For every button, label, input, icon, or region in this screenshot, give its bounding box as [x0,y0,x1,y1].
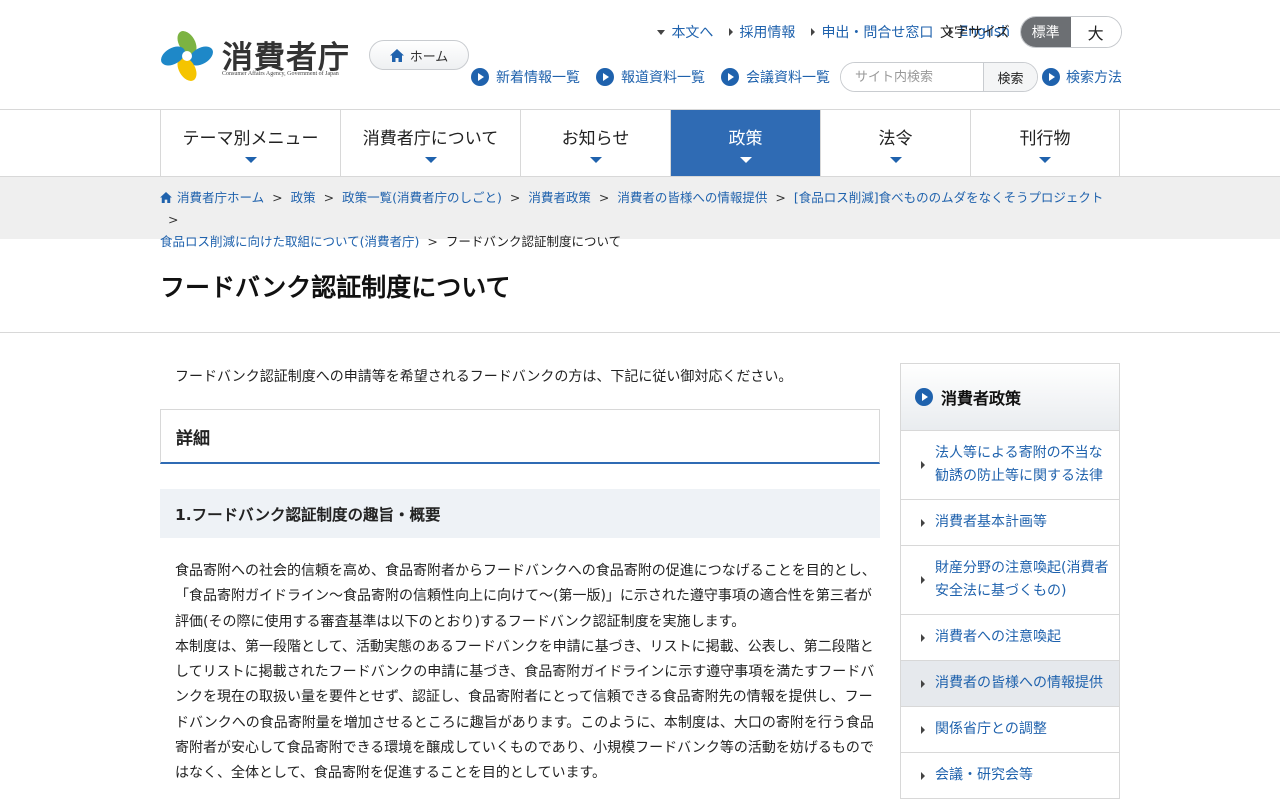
page-title: フードバンク認証制度について [160,273,511,302]
arrow-right-icon [921,771,925,780]
font-size-label: 文字サイズ [940,25,1010,41]
circle-arrow-icon [721,68,739,86]
divider [0,332,1280,333]
press-list-link[interactable]: 報道資料一覧 [596,67,705,87]
sidebar-item-basic-plan[interactable]: 消費者基本計画等 [901,500,1119,546]
arrow-right-icon [811,28,816,36]
nav-publications[interactable]: 刊行物 [971,110,1120,176]
section-heading-details: 詳細 [160,409,880,464]
home-icon [160,192,172,203]
breadcrumb: 消費者庁ホーム > 政策 > 政策一覧(消費者庁のしごと) > 消費者政策 > 消費者の皆様への… [160,190,1104,249]
subsection-heading: 1.フードバンク認証制度の趣旨・概要 [160,489,880,538]
circle-arrow-icon [471,68,489,86]
intro-text: フードバンク認証制度への申請等を希望されるフードバンクの方は、下記に従い御対応く… [175,369,793,385]
circle-arrow-icon [1042,68,1060,86]
sidebar-item-information[interactable]: 消費者の皆様への情報提供 [901,661,1119,707]
breadcrumb-current: フードバンク認証制度について [445,234,622,249]
home-button[interactable]: ホーム [369,40,469,70]
font-size-toggle: 標準 大 [1019,16,1122,48]
home-label: ホーム [409,49,449,65]
contact-link[interactable]: 申出・問合せ窓口 [811,22,933,42]
arrow-right-icon [921,576,925,584]
font-size-standard-button[interactable]: 標準 [1020,17,1071,47]
caret-down-icon [889,156,902,163]
arrow-right-icon [921,633,925,642]
sidebar-item-donation-law[interactable]: 法人等による寄附の不当な勧誘の防止等に関する法律 [901,431,1119,500]
search-input[interactable] [841,63,983,91]
home-icon [389,48,404,62]
meeting-list-link[interactable]: 会議資料一覧 [721,67,830,87]
nav-theme-menu[interactable]: テーマ別メニュー [161,110,341,176]
sidebar-heading[interactable]: 消費者政策 [901,364,1119,431]
caret-down-icon [244,156,257,163]
site-header: 消費者庁 Consumer Affairs Agency, Government… [0,0,1280,110]
nav-laws[interactable]: 法令 [821,110,971,176]
breadcrumb-link[interactable]: 食品ロス削減に向けた取組について(消費者庁) [160,234,419,249]
global-nav: テーマ別メニュー 消費者庁について お知らせ 政策 法令 刊行物 [160,110,1120,176]
breadcrumb-link[interactable]: 政策一覧(消費者庁のしごと) [342,190,502,205]
breadcrumb-link[interactable]: 消費者政策 [528,190,591,205]
font-size-control: 文字サイズ 標準 大 [940,16,1122,48]
caret-down-icon [589,156,602,163]
nav-news[interactable]: お知らせ [521,110,671,176]
paragraph: 本制度は、第一段階として、活動実態のあるフードバンクを申請に基づき、リストに掲載… [175,638,875,782]
arrow-right-icon [921,461,925,469]
circle-arrow-icon [596,68,614,86]
list-links: 新着情報一覧 報道資料一覧 会議資料一覧 [471,67,830,87]
recruit-link[interactable]: 採用情報 [729,22,795,42]
arrow-right-icon [921,725,925,734]
sidebar-item-meetings[interactable]: 会議・研究会等 [901,753,1119,799]
arrow-right-icon [921,679,925,688]
circle-arrow-icon [915,388,933,406]
caret-down-icon [1039,156,1051,163]
breadcrumb-link[interactable]: 政策 [291,190,316,205]
font-size-large-button[interactable]: 大 [1070,17,1121,47]
arrow-down-icon [657,29,666,35]
sidebar-nav: 消費者政策 法人等による寄附の不当な勧誘の防止等に関する法律 消費者基本計画等 … [900,363,1120,799]
breadcrumb-link[interactable]: 消費者の皆様への情報提供 [617,190,767,205]
caret-down-icon [739,156,752,163]
site-logo[interactable]: 消費者庁 Consumer Affairs Agency, Government… [160,30,350,82]
sidebar-item-property-alerts[interactable]: 財産分野の注意喚起(消費者安全法に基づくもの) [901,546,1119,615]
paragraph: 食品寄附への社会的信頼を高め、食品寄附者からフードバンクへの食品寄附の促進につな… [175,563,876,630]
arrow-right-icon [729,28,734,36]
nav-about[interactable]: 消費者庁について [341,110,521,176]
nav-policy[interactable]: 政策 [671,110,821,176]
body-text: 食品寄附への社会的信頼を高め、食品寄附者からフードバンクへの食品寄附の促進につな… [175,559,881,787]
skip-to-content-link[interactable]: 本文へ [657,22,713,42]
logo-subtitle: Consumer Affairs Agency, Government of J… [222,71,339,77]
breadcrumb-link[interactable]: 消費者庁ホーム [177,190,264,205]
caret-down-icon [424,156,437,163]
breadcrumb-link[interactable]: [食品ロス削減]食べもののムダをなくそうプロジェクト [794,190,1104,205]
search-button[interactable]: 検索 [983,63,1037,91]
search-help-link[interactable]: 検索方法 [1042,67,1122,87]
sidebar-item-consumer-alerts[interactable]: 消費者への注意喚起 [901,615,1119,661]
site-search: 検索 [840,62,1038,92]
news-list-link[interactable]: 新着情報一覧 [471,67,580,87]
sidebar-item-coordination[interactable]: 関係省庁との調整 [901,707,1119,753]
logo-mark-icon [161,31,213,81]
arrow-right-icon [921,518,925,527]
